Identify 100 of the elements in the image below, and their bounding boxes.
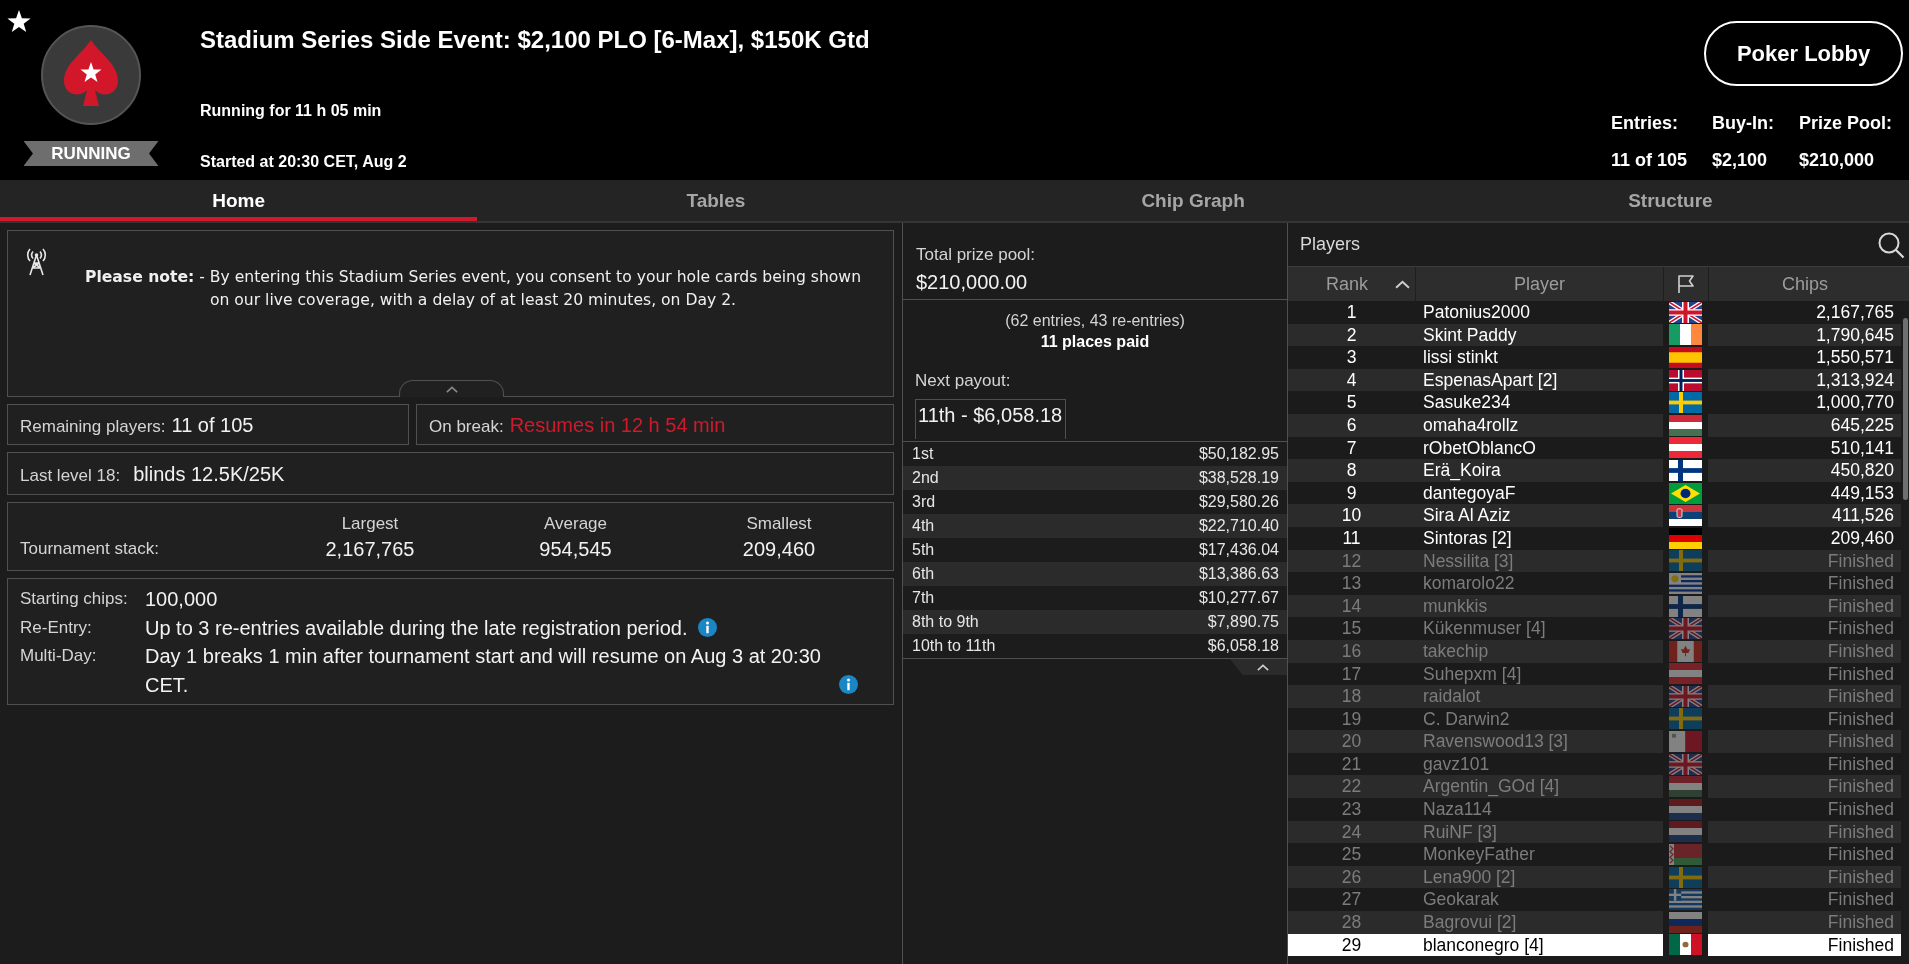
player-chips: Finished [1827,549,1894,573]
player-chips: 411,526 [1832,504,1894,527]
next-payout-select[interactable]: 11th - $6,058.18 [915,399,1066,439]
payout-amount: $10,277.67 [1198,589,1279,607]
sweden-flag-icon [1669,708,1702,730]
player-row[interactable]: 2 Skint Paddy 1,790,645 [1288,323,1901,347]
payout-amount: $7,890.75 [1207,613,1279,631]
chevron-up-icon [1395,279,1410,289]
russia-flag-icon [1669,911,1702,933]
player-rank: 6 [1346,413,1357,437]
stat-label: Prize Pool: [1799,112,1892,134]
malta-flag-icon [1669,731,1702,753]
spain-flag-icon [1669,347,1702,368]
detail-label: Multi-Day: [20,645,97,667]
sweden-flag-icon [1669,392,1702,414]
start-time: Started at 20:30 CET, Aug 2 [200,152,407,172]
payout-amount: $13,386.63 [1198,565,1279,583]
hungary-flag-icon [1669,776,1702,798]
payout-place: 10th to 11th [912,637,996,655]
player-row[interactable]: 8 Erä_Koira 450,820 [1288,459,1901,482]
detail-value: 100,000 [145,587,218,612]
player-name: dantegoyaF [1423,481,1516,505]
payout-place: 5th [912,541,935,559]
player-chips: 1,550,571 [1816,346,1894,369]
player-name: rObetOblancO [1423,436,1536,460]
blinds-value: blinds 12.5K/25K [133,462,285,486]
player-row[interactable]: 26 Lena900 [2] Finished [1288,865,1901,889]
player-row[interactable]: 16 takechip Finished [1288,639,1901,663]
player-name: Suhepxm [4] [1423,662,1522,686]
payout-place: 2nd [912,469,939,487]
player-rank: 4 [1346,368,1357,392]
player-name: Sasuke234 [1423,391,1511,414]
player-name: Kükenmuser [4] [1423,617,1546,640]
detail-label: Re-Entry: [20,616,92,639]
player-row[interactable]: 12 Nessilita [3] Finished [1288,549,1901,573]
player-chips: Finished [1827,662,1894,686]
payout-place: 4th [912,517,935,535]
player-row[interactable]: 18 raidalot Finished [1288,685,1901,708]
info-icon[interactable] [839,675,858,694]
austria-flag-icon [1669,663,1702,685]
search-icon[interactable] [1877,230,1905,259]
player-row[interactable]: 29 blanconegro [4] Finished [1288,933,1901,957]
payout-place: 3rd [912,493,936,511]
netherlands-flag-icon [1669,821,1702,843]
stack-column-label: Largest [341,513,399,535]
payout-place: 6th [912,565,935,583]
places-paid: 11 places paid [1040,332,1150,352]
player-chips: Finished [1827,775,1894,799]
scrollbar-thumb[interactable] [1902,318,1908,500]
player-name: C. Darwin2 [1423,707,1510,731]
player-row[interactable]: 22 Argentin_GOd [4] Finished [1288,775,1901,799]
next-payout-label: Next payout: [915,370,1011,392]
payout-place: 7th [912,589,935,607]
payout-amount: $50,182.95 [1198,445,1279,463]
payout-place: 8th to 9th [912,613,979,631]
player-row[interactable]: 6 omaha4rollz 645,225 [1288,413,1901,437]
player-chips: Finished [1827,752,1894,776]
player-chips: 645,225 [1830,413,1894,437]
player-row[interactable]: 28 Bagrovui [2] Finished [1288,911,1901,934]
player-name: lissi stinkt [1423,346,1498,369]
player-name: blanconegro [4] [1423,933,1544,957]
player-rank: 8 [1346,459,1357,482]
tab[interactable]: Structure [1431,180,1909,221]
stack-value: 954,545 [539,537,612,562]
player-chips: Finished [1827,639,1894,663]
prize-pool-amount: $210,000.00 [916,270,1028,294]
stat-value: $2,100 [1712,149,1768,171]
poker-lobby-button[interactable]: Poker Lobby [1704,21,1903,86]
info-icon[interactable] [697,618,717,637]
player-row[interactable]: 14 munkkis Finished [1288,594,1901,618]
tab[interactable]: Tables [477,180,955,221]
player-rank: 16 [1341,639,1362,663]
player-rank: 10 [1341,504,1362,527]
player-rank: 28 [1341,911,1362,934]
running-time: Running for 11 h 05 min [200,101,382,121]
serbia-flag-icon [1669,505,1702,527]
detail-value: Up to 3 re-entries available during the late registration period. [145,615,688,641]
player-name: Naza114 [1423,798,1492,821]
player-row[interactable]: 20 Ravenswood13 [3] Finished [1288,730,1901,753]
stat-value: 11 of 105 [1610,149,1687,171]
player-name: Sira Al Aziz [1423,504,1511,527]
tab[interactable]: Chip Graph [954,180,1432,221]
star-icon[interactable] [7,10,31,33]
player-name: RuiNF [3] [1423,820,1497,844]
player-row[interactable]: 4 EspenasApart [2] 1,313,924 [1288,368,1901,392]
tab[interactable]: Home [0,180,478,221]
collapse-button[interactable] [1230,659,1287,675]
player-rank: 9 [1346,481,1357,505]
brazil-flag-icon [1669,482,1702,504]
player-rank: 20 [1341,730,1362,753]
player-name: komarolo22 [1423,572,1515,595]
detail-value: Day 1 breaks 1 min after tournament start and will resume on Aug 3 at 20:30 CET. [145,644,822,698]
payout-place: 1st [912,445,934,463]
player-name: raidalot [1423,685,1481,708]
player-row[interactable]: 24 RuiNF [3] Finished [1288,820,1901,844]
sweden-flag-icon [1669,866,1702,888]
player-row[interactable]: 10 Sira Al Aziz 411,526 [1288,504,1901,527]
column-header[interactable]: Rank [1288,267,1415,301]
player-name: Nessilita [3] [1423,549,1514,573]
player-name: Skint Paddy [1423,323,1517,347]
